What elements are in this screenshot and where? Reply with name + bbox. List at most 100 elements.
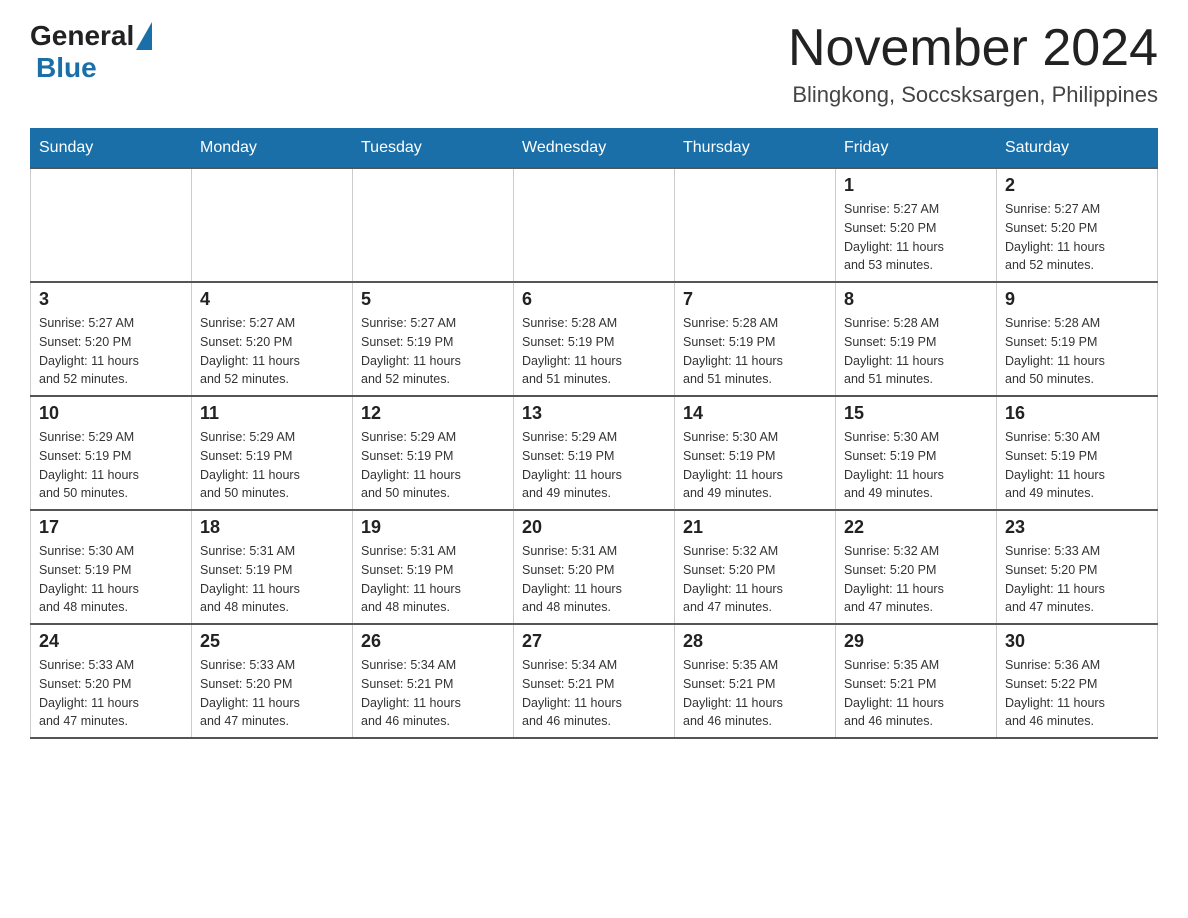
calendar-cell: 5 Sunrise: 5:27 AMSunset: 5:19 PMDaylight… [353,282,514,396]
logo-blue-text: Blue [36,52,97,83]
day-number: 9 [1005,289,1149,310]
calendar-cell: 6Sunrise: 5:28 AMSunset: 5:19 PMDaylight… [514,282,675,396]
day-info: Sunrise: 5:34 AMSunset: 5:21 PMDaylight:… [522,656,666,731]
day-info: Sunrise: 5:33 AMSunset: 5:20 PMDaylight:… [1005,542,1149,617]
calendar-cell: 19Sunrise: 5:31 AMSunset: 5:19 PMDayligh… [353,510,514,624]
calendar-cell: 27Sunrise: 5:34 AMSunset: 5:21 PMDayligh… [514,624,675,738]
day-number: 8 [844,289,988,310]
day-info: Sunrise: 5:28 AMSunset: 5:19 PMDaylight:… [844,314,988,389]
day-info: Sunrise: 5:32 AMSunset: 5:20 PMDaylight:… [844,542,988,617]
calendar-cell: 14 Sunrise: 5:30 AMSunset: 5:19 PMDayligh… [675,396,836,510]
day-info: Sunrise: 5:34 AMSunset: 5:21 PMDaylight:… [361,656,505,731]
weekday-header-saturday: Saturday [997,129,1158,169]
calendar-week-row: 24 Sunrise: 5:33 AMSunset: 5:20 PMDayligh… [31,624,1158,738]
calendar-cell: 26 Sunrise: 5:34 AMSunset: 5:21 PMDayligh… [353,624,514,738]
calendar-cell: 1 Sunrise: 5:27 AMSunset: 5:20 PMDaylight… [836,168,997,282]
day-number: 19 [361,517,505,538]
calendar-cell: 16 Sunrise: 5:30 AMSunset: 5:19 PMDayligh… [997,396,1158,510]
day-number: 10 [39,403,183,424]
calendar-cell: 10 Sunrise: 5:29 AMSunset: 5:19 PMDayligh… [31,396,192,510]
day-info: Sunrise: 5:30 AMSunset: 5:19 PMDaylight:… [1005,428,1149,503]
calendar-week-row: 17Sunrise: 5:30 AMSunset: 5:19 PMDayligh… [31,510,1158,624]
day-number: 23 [1005,517,1149,538]
day-number: 18 [200,517,344,538]
logo: General Blue [30,20,152,84]
weekday-header-friday: Friday [836,129,997,169]
day-info: Sunrise: 5:31 AMSunset: 5:20 PMDaylight:… [522,542,666,617]
calendar-cell: 12 Sunrise: 5:29 AMSunset: 5:19 PMDayligh… [353,396,514,510]
calendar-cell: 30Sunrise: 5:36 AMSunset: 5:22 PMDayligh… [997,624,1158,738]
day-info: Sunrise: 5:28 AMSunset: 5:19 PMDaylight:… [683,314,827,389]
day-info: Sunrise: 5:30 AMSunset: 5:19 PMDaylight:… [844,428,988,503]
day-info: Sunrise: 5:27 AMSunset: 5:19 PMDaylight:… [361,314,505,389]
day-info: Sunrise: 5:29 AMSunset: 5:19 PMDaylight:… [361,428,505,503]
day-number: 30 [1005,631,1149,652]
day-number: 7 [683,289,827,310]
day-number: 28 [683,631,827,652]
day-info: Sunrise: 5:31 AMSunset: 5:19 PMDaylight:… [200,542,344,617]
day-number: 4 [200,289,344,310]
calendar-cell: 20 Sunrise: 5:31 AMSunset: 5:20 PMDayligh… [514,510,675,624]
calendar-cell [192,168,353,282]
day-number: 1 [844,175,988,196]
day-info: Sunrise: 5:27 AMSunset: 5:20 PMDaylight:… [1005,200,1149,275]
weekday-header-tuesday: Tuesday [353,129,514,169]
calendar-cell: 15 Sunrise: 5:30 AMSunset: 5:19 PMDayligh… [836,396,997,510]
logo-triangle-icon [136,22,152,50]
calendar-week-row: 3 Sunrise: 5:27 AMSunset: 5:20 PMDaylight… [31,282,1158,396]
weekday-header-wednesday: Wednesday [514,129,675,169]
day-number: 29 [844,631,988,652]
day-number: 15 [844,403,988,424]
calendar-cell [514,168,675,282]
day-number: 6 [522,289,666,310]
header: General Blue November 2024 Blingkong, So… [30,20,1158,108]
weekday-header-row: SundayMondayTuesdayWednesdayThursdayFrid… [31,129,1158,169]
calendar-cell: 29 Sunrise: 5:35 AMSunset: 5:21 PMDayligh… [836,624,997,738]
day-info: Sunrise: 5:27 AMSunset: 5:20 PMDaylight:… [844,200,988,275]
day-number: 11 [200,403,344,424]
calendar-cell: 11Sunrise: 5:29 AMSunset: 5:19 PMDayligh… [192,396,353,510]
day-number: 16 [1005,403,1149,424]
calendar-cell: 2 Sunrise: 5:27 AMSunset: 5:20 PMDaylight… [997,168,1158,282]
logo-general-text: General [30,20,134,52]
day-info: Sunrise: 5:27 AMSunset: 5:20 PMDaylight:… [200,314,344,389]
day-number: 24 [39,631,183,652]
day-number: 12 [361,403,505,424]
day-number: 25 [200,631,344,652]
day-info: Sunrise: 5:33 AMSunset: 5:20 PMDaylight:… [200,656,344,731]
day-number: 22 [844,517,988,538]
calendar-week-row: 1 Sunrise: 5:27 AMSunset: 5:20 PMDaylight… [31,168,1158,282]
calendar-header: SundayMondayTuesdayWednesdayThursdayFrid… [31,129,1158,169]
calendar-cell: 7 Sunrise: 5:28 AMSunset: 5:19 PMDaylight… [675,282,836,396]
weekday-header-sunday: Sunday [31,129,192,169]
calendar-body: 1 Sunrise: 5:27 AMSunset: 5:20 PMDaylight… [31,168,1158,738]
day-number: 3 [39,289,183,310]
day-info: Sunrise: 5:33 AMSunset: 5:20 PMDaylight:… [39,656,183,731]
calendar-table: SundayMondayTuesdayWednesdayThursdayFrid… [30,128,1158,739]
day-info: Sunrise: 5:35 AMSunset: 5:21 PMDaylight:… [683,656,827,731]
calendar-week-row: 10 Sunrise: 5:29 AMSunset: 5:19 PMDayligh… [31,396,1158,510]
day-number: 21 [683,517,827,538]
day-info: Sunrise: 5:35 AMSunset: 5:21 PMDaylight:… [844,656,988,731]
day-info: Sunrise: 5:27 AMSunset: 5:20 PMDaylight:… [39,314,183,389]
calendar-cell [353,168,514,282]
calendar-cell: 18 Sunrise: 5:31 AMSunset: 5:19 PMDayligh… [192,510,353,624]
day-info: Sunrise: 5:29 AMSunset: 5:19 PMDaylight:… [39,428,183,503]
calendar-cell: 3 Sunrise: 5:27 AMSunset: 5:20 PMDaylight… [31,282,192,396]
day-number: 20 [522,517,666,538]
calendar-cell [31,168,192,282]
calendar-cell: 28 Sunrise: 5:35 AMSunset: 5:21 PMDayligh… [675,624,836,738]
page-title: November 2024 [788,20,1158,77]
day-number: 2 [1005,175,1149,196]
day-number: 5 [361,289,505,310]
day-number: 17 [39,517,183,538]
day-info: Sunrise: 5:30 AMSunset: 5:19 PMDaylight:… [683,428,827,503]
calendar-cell: 21Sunrise: 5:32 AMSunset: 5:20 PMDayligh… [675,510,836,624]
calendar-cell: 4 Sunrise: 5:27 AMSunset: 5:20 PMDaylight… [192,282,353,396]
weekday-header-thursday: Thursday [675,129,836,169]
calendar-cell: 25 Sunrise: 5:33 AMSunset: 5:20 PMDayligh… [192,624,353,738]
day-number: 26 [361,631,505,652]
calendar-cell: 22 Sunrise: 5:32 AMSunset: 5:20 PMDayligh… [836,510,997,624]
day-number: 14 [683,403,827,424]
calendar-cell: 23 Sunrise: 5:33 AMSunset: 5:20 PMDayligh… [997,510,1158,624]
